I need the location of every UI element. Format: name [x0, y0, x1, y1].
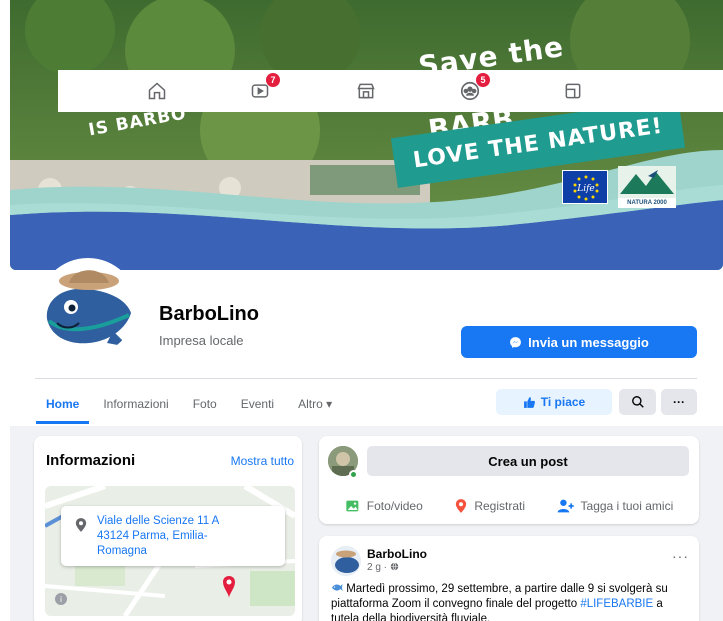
natura-logo-label: NATURA 2000 [627, 200, 667, 206]
address-line-2: 43124 Parma, Emilia- [97, 530, 208, 542]
online-status-dot [349, 470, 358, 479]
tab-eventi[interactable]: Eventi [241, 384, 274, 424]
location-map[interactable]: i Viale delle Scienze 11 A 43124 Parma, … [45, 486, 295, 616]
more-options-label: ··· [673, 395, 685, 409]
eu-life-logo: Life [562, 170, 608, 204]
tab-home[interactable]: Home [35, 384, 90, 424]
nav-home[interactable] [145, 79, 169, 103]
nav-groups[interactable]: 5 [458, 73, 490, 103]
create-post-input[interactable]: Crea un post [367, 446, 689, 476]
svg-text:i: i [60, 595, 62, 604]
send-message-button[interactable]: Invia un messaggio [461, 326, 697, 358]
send-message-label: Invia un messaggio [528, 334, 649, 350]
tag-friends-label: Tagga i tuoi amici [580, 499, 674, 513]
thumbs-up-icon [523, 396, 535, 408]
page-avatar[interactable] [38, 258, 138, 358]
location-pin-icon [75, 518, 87, 532]
post-author-name[interactable]: BarboLino [367, 547, 427, 561]
messenger-icon [510, 336, 522, 348]
create-post-card: Crea un post Foto/video Registrati Tagga… [319, 436, 699, 524]
natura-2000-logo: NATURA 2000 [618, 166, 676, 208]
post-text: Martedì prossimo, 29 settembre, a partir… [331, 582, 689, 621]
info-card: Informazioni Mostra tutto i Viale delle … [34, 436, 302, 621]
home-icon [148, 82, 166, 100]
fish-emoji-icon [332, 584, 343, 591]
marketplace-icon [357, 83, 375, 99]
address-line-3: Romagna [97, 545, 147, 557]
nav-watch[interactable]: 7 [248, 73, 280, 103]
photo-video-label: Foto/video [366, 499, 423, 513]
checkin-pin-icon [456, 499, 467, 513]
post-hashtag[interactable]: #LIFEBARBIE [580, 598, 653, 610]
feed-icon [565, 83, 581, 99]
post-options-button[interactable]: ··· [672, 548, 689, 564]
nav-marketplace[interactable] [354, 79, 378, 103]
nav-gaming[interactable] [561, 79, 585, 103]
groups-badge: 5 [476, 73, 490, 87]
checkin-button[interactable]: Registrati [454, 498, 525, 514]
like-page-button[interactable]: Ti piace [496, 389, 612, 415]
header-divider [35, 378, 697, 379]
top-navigation-bar: 7 5 [58, 70, 723, 112]
search-icon [631, 396, 644, 408]
tab-informazioni[interactable]: Informazioni [103, 384, 168, 424]
globe-icon [390, 562, 399, 571]
map-address-card[interactable]: Viale delle Scienze 11 A 43124 Parma, Em… [61, 506, 285, 566]
address-line-1: Viale delle Scienze 11 A [97, 515, 220, 527]
composer-actions: Foto/video Registrati Tagga i tuoi amici [319, 496, 699, 516]
post-author-avatar[interactable] [331, 546, 361, 576]
checkin-label: Registrati [474, 499, 525, 513]
page-category: Impresa locale [159, 333, 244, 348]
page-content-area: Informazioni Mostra tutto i Viale delle … [10, 426, 723, 621]
cover-photo[interactable]: Save the BARB IS BARBO LOVE THE NATURE! … [10, 0, 723, 270]
tag-friends-button[interactable]: Tagga i tuoi amici [557, 498, 674, 514]
photo-icon [346, 500, 359, 512]
watch-badge: 7 [266, 73, 280, 87]
tag-friends-icon [557, 499, 574, 513]
photo-video-button[interactable]: Foto/video [345, 498, 423, 514]
post-meta: 2 g · [367, 562, 399, 573]
page-tabs: Home Informazioni Foto Eventi Altro ▾ [35, 384, 356, 424]
natura-mountain-icon [618, 166, 676, 198]
post-timestamp[interactable]: 2 g · [367, 562, 390, 573]
barbel-fish-avatar [41, 261, 135, 355]
search-page-button[interactable] [619, 389, 656, 415]
tab-altro[interactable]: Altro ▾ [298, 384, 332, 424]
post-avatar-image [331, 546, 361, 576]
life-logo-text: Life [576, 184, 595, 194]
eu-stars-icon: Life [573, 175, 599, 201]
page-name: BarboLino [159, 303, 259, 325]
info-card-title: Informazioni [46, 452, 136, 469]
more-options-button[interactable]: ··· [661, 389, 697, 415]
show-all-link[interactable]: Mostra tutto [231, 454, 294, 468]
tab-foto[interactable]: Foto [193, 384, 217, 424]
feed-post: BarboLino 2 g · ··· Martedì prossimo, 29… [319, 536, 699, 621]
like-label: Ti piace [540, 395, 586, 409]
